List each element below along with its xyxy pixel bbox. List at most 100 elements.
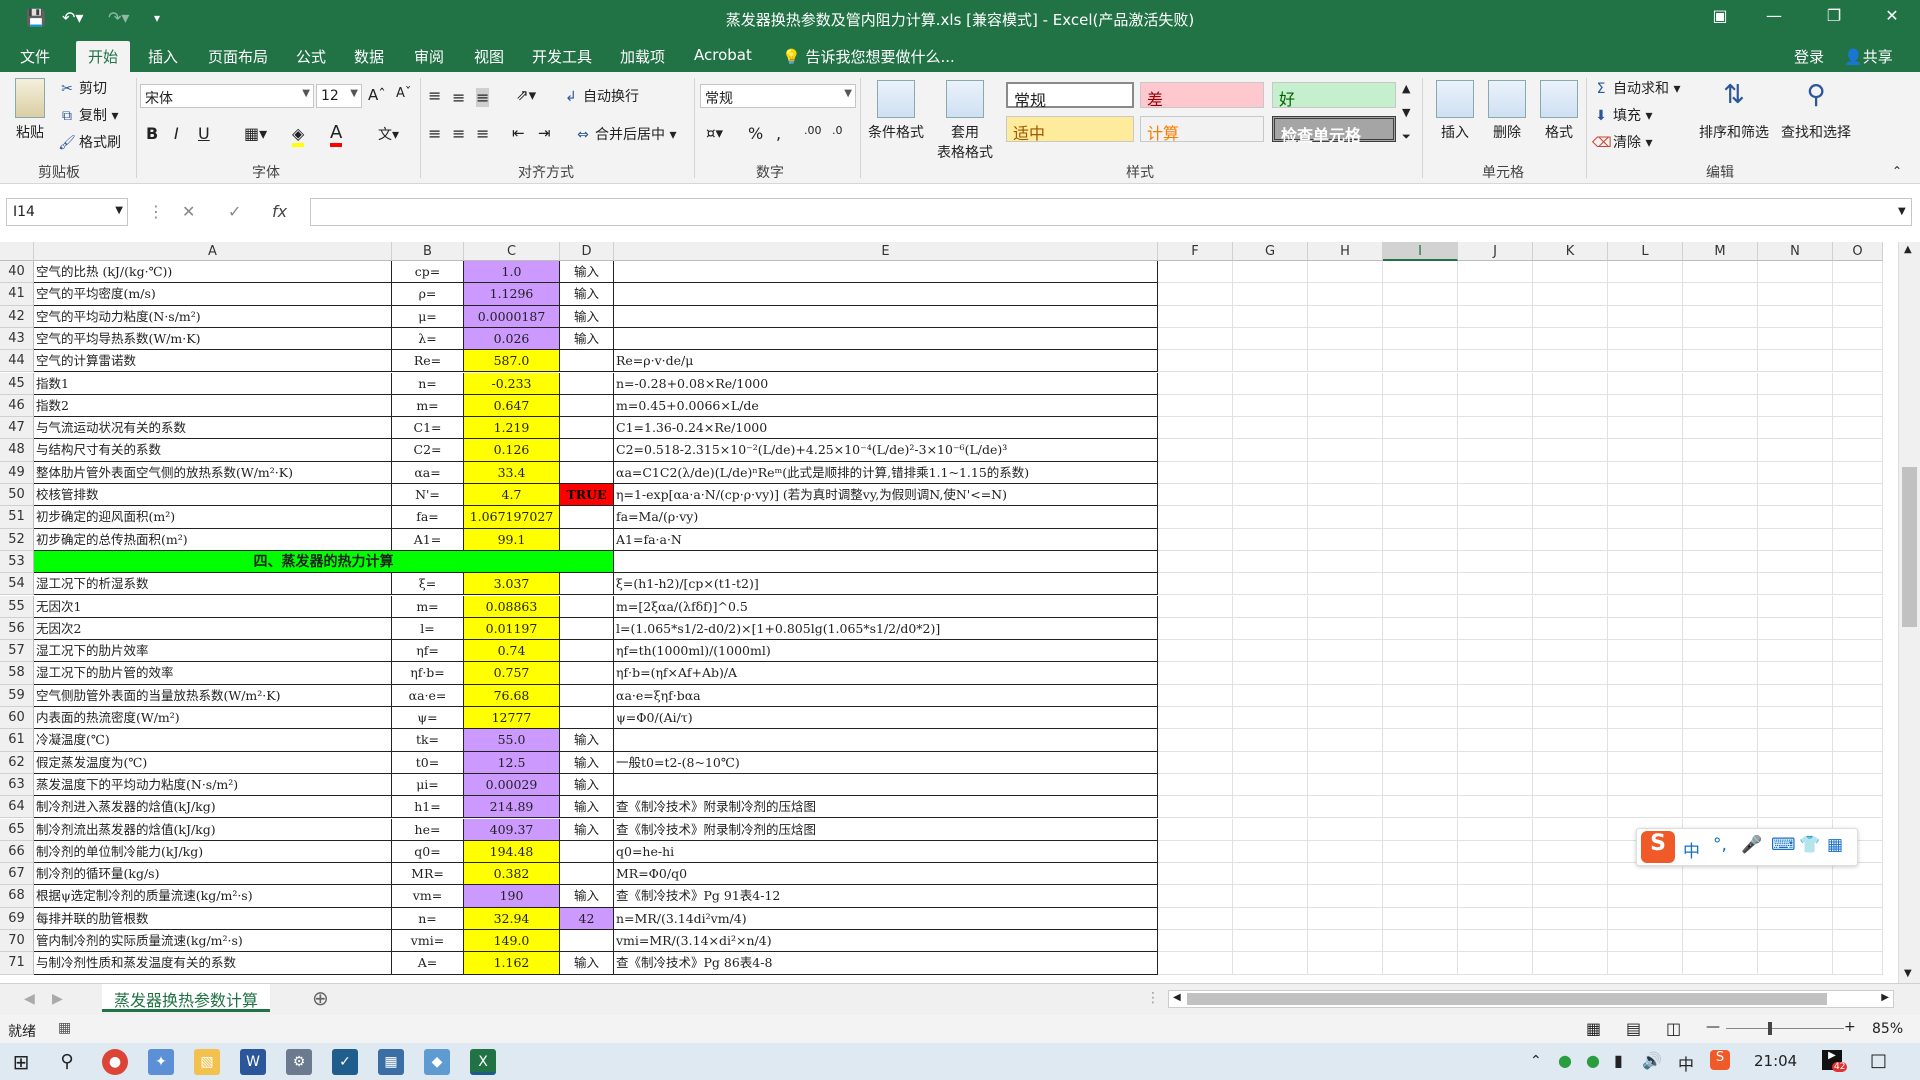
empty-cell[interactable] [1833,528,1883,551]
cell-b[interactable]: Re= [392,350,464,373]
h-scroll-thumb[interactable] [1187,993,1827,1005]
empty-cell[interactable] [1308,595,1383,618]
cell-b[interactable]: ρ= [392,283,464,306]
cell-c[interactable]: 33.4 [464,461,560,484]
cell-b[interactable]: αa·e= [392,684,464,707]
empty-cell[interactable] [1758,461,1833,484]
cell-a[interactable]: 指数1 [34,372,392,395]
empty-cell[interactable] [1533,729,1608,752]
empty-cell[interactable] [1683,729,1758,752]
empty-cell[interactable] [1308,617,1383,641]
find-select-button[interactable]: ⚲ 查找和选择 [1776,80,1856,142]
calculator-icon[interactable]: ▦ [378,1049,404,1075]
empty-cell[interactable] [1833,640,1883,663]
row-header[interactable]: 48 [0,439,34,462]
cell-e[interactable]: n=MR/(3.14di²vm/4) [614,907,1158,930]
empty-cell[interactable] [1833,662,1883,685]
cell-b[interactable]: μi= [392,773,464,797]
scroll-left-icon[interactable]: ◀ [1173,992,1181,1003]
login-link[interactable]: 登录 [1794,46,1824,67]
column-header[interactable]: L [1608,242,1683,261]
empty-cell[interactable] [1608,417,1683,440]
empty-cell[interactable] [1158,528,1233,551]
empty-cell[interactable] [1158,417,1233,440]
increase-decimal-icon[interactable]: .00 [804,124,822,137]
empty-cell[interactable] [1608,885,1683,908]
tab-addins[interactable]: 加载项 [620,46,665,67]
cell-b[interactable]: t0= [392,751,464,774]
empty-cell[interactable] [1383,684,1458,707]
empty-cell[interactable] [1308,327,1383,351]
scroll-thumb[interactable] [1902,467,1917,627]
increase-indent-icon[interactable]: ⇥ [538,124,551,142]
empty-cell[interactable] [1233,261,1308,284]
paste-button[interactable]: 粘贴 [10,78,50,142]
empty-cell[interactable] [1308,528,1383,551]
row-header[interactable]: 68 [0,885,34,908]
italic-button[interactable]: I [174,124,179,143]
align-top-icon[interactable]: ≡ [428,86,441,105]
empty-cell[interactable] [1233,617,1308,641]
cell-e[interactable]: m=[2ξαa/(λfδf)]^0.5 [614,595,1158,618]
empty-cell[interactable] [1233,372,1308,395]
empty-cell[interactable] [1608,573,1683,596]
empty-cell[interactable] [1458,305,1533,328]
row-header[interactable]: 63 [0,773,34,797]
empty-cell[interactable] [1158,640,1233,663]
empty-cell[interactable] [1758,261,1833,284]
cell-c[interactable]: 1.219 [464,417,560,440]
empty-cell[interactable] [1683,417,1758,440]
empty-cell[interactable] [1308,863,1383,886]
empty-cell[interactable] [1458,394,1533,418]
empty-cell[interactable] [1308,796,1383,819]
empty-cell[interactable] [1458,506,1533,529]
empty-cell[interactable] [1458,595,1533,618]
cell-e[interactable]: 查《制冷技术》附录制冷剂的压焓图 [614,818,1158,841]
empty-cell[interactable] [1383,327,1458,351]
cell-d[interactable] [560,528,614,551]
empty-cell[interactable] [1158,372,1233,395]
cell-e[interactable] [614,773,1158,797]
row-header[interactable]: 60 [0,707,34,730]
empty-cell[interactable] [1158,684,1233,707]
empty-cell[interactable] [1608,283,1683,306]
empty-cell[interactable] [1758,283,1833,306]
empty-cell[interactable] [1383,863,1458,886]
empty-cell[interactable] [1383,796,1458,819]
empty-cell[interactable] [1833,417,1883,440]
row-header[interactable]: 45 [0,372,34,395]
merge-center-button[interactable]: ⇔ 合并后居中 ▾ [574,124,676,144]
cell-a[interactable]: 与结构尺寸有关的系数 [34,439,392,462]
cell-d[interactable]: 输入 [560,796,614,819]
empty-cell[interactable] [1383,372,1458,395]
empty-cell[interactable] [1458,283,1533,306]
cell-b[interactable]: he= [392,818,464,841]
empty-cell[interactable] [1533,261,1608,284]
empty-cell[interactable] [1533,528,1608,551]
empty-cell[interactable] [1608,550,1683,574]
cell-e[interactable]: 查《制冷技术》Pg 91表4-12 [614,885,1158,908]
cell-c[interactable]: 190 [464,885,560,908]
show-hidden-icons[interactable]: ⌃ [1530,1053,1542,1069]
empty-cell[interactable] [1233,707,1308,730]
cell-a[interactable]: 冷凝温度(℃) [34,729,392,752]
empty-cell[interactable] [1383,305,1458,328]
empty-cell[interactable] [1533,796,1608,819]
tab-view[interactable]: 视图 [474,46,504,67]
empty-cell[interactable] [1758,952,1833,975]
number-format-combo[interactable]: 常规 ▼ [700,84,856,108]
cell-c[interactable]: 3.037 [464,573,560,596]
empty-cell[interactable] [1308,729,1383,752]
cell-b[interactable]: cp= [392,261,464,284]
scroll-down-icon[interactable]: ▼ [1904,968,1912,979]
cell-e[interactable]: C2=0.518-2.315×10⁻²(L/de)+4.25×10⁻⁴(L/de… [614,439,1158,462]
bold-button[interactable]: B [146,124,158,143]
empty-cell[interactable] [1158,573,1233,596]
empty-cell[interactable] [1308,840,1383,864]
empty-cell[interactable] [1458,617,1533,641]
scroll-up-icon[interactable]: ▲ [1904,244,1912,255]
empty-cell[interactable] [1758,573,1833,596]
comma-icon[interactable]: , [776,124,781,143]
empty-cell[interactable] [1308,461,1383,484]
cell-b[interactable]: C2= [392,439,464,462]
